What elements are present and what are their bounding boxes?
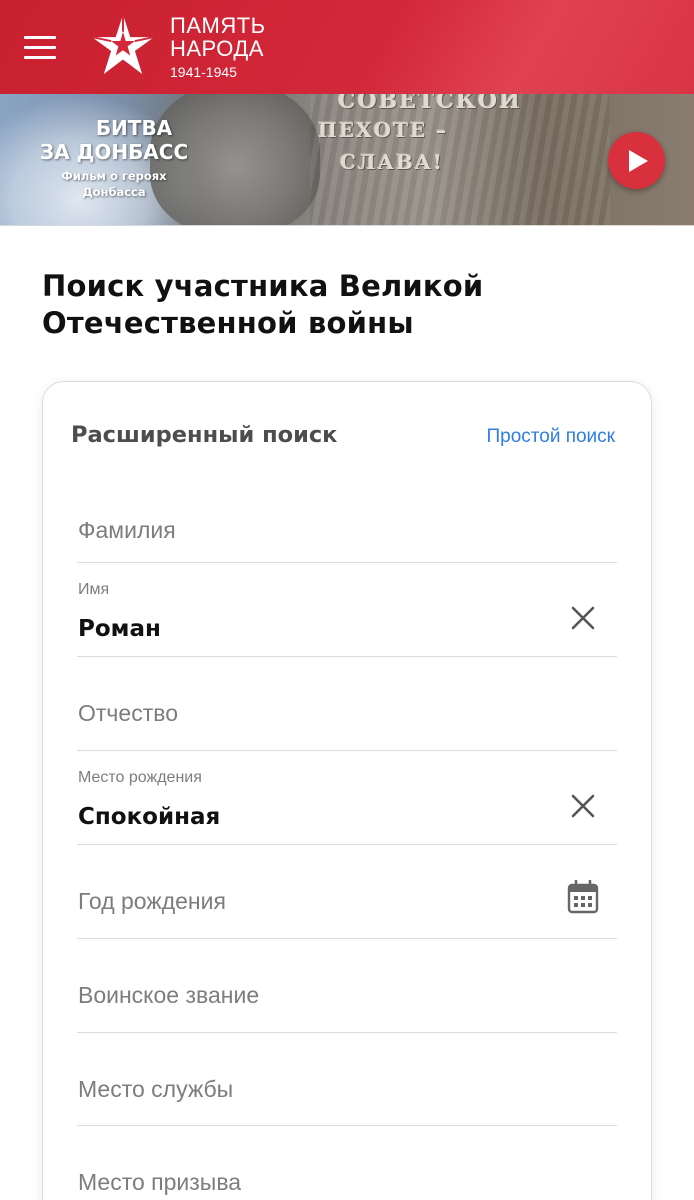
patronymic-placeholder: Отчество bbox=[78, 700, 178, 726]
play-button[interactable] bbox=[608, 132, 665, 189]
banner-engraving-1: СОВЕТСКОЙ bbox=[338, 94, 522, 114]
first-name-label: Имя bbox=[78, 581, 110, 598]
patronymic-field[interactable]: Отчество bbox=[77, 657, 617, 751]
hamburger-menu-icon[interactable] bbox=[24, 36, 58, 60]
service-place-field[interactable]: Место службы bbox=[77, 1033, 617, 1126]
page-title: Поиск участника Великой Отечественной во… bbox=[42, 269, 484, 340]
advanced-search-card: Расширенный поиск Простой поиск Фамилия … bbox=[42, 381, 652, 1200]
calendar-icon[interactable] bbox=[567, 880, 599, 914]
banner-engraving-2: ПЕХОТЕ – bbox=[318, 118, 449, 142]
logo-line-1: ПАМЯТЬ bbox=[170, 13, 266, 38]
banner-title: БИТВА ЗА ДОНБАСС Фильм о героях Донбасса bbox=[28, 116, 200, 200]
promo-banner[interactable]: СОВЕТСКОЙ ПЕХОТЕ – СЛАВА! БИТВА ЗА ДОНБА… bbox=[0, 94, 694, 226]
play-icon bbox=[629, 150, 648, 172]
birth-year-field[interactable]: Год рождения bbox=[77, 845, 617, 939]
surname-placeholder: Фамилия bbox=[78, 517, 176, 543]
banner-engraving-3: СЛАВА! bbox=[340, 150, 444, 174]
service-place-placeholder: Место службы bbox=[78, 1076, 234, 1102]
logo-line-2: НАРОДА bbox=[170, 36, 264, 61]
birthplace-value: Спокойная bbox=[78, 804, 221, 830]
birthplace-field[interactable]: Место рождения Спокойная bbox=[77, 751, 617, 845]
birth-year-placeholder: Год рождения bbox=[78, 888, 226, 914]
close-icon[interactable] bbox=[569, 792, 597, 820]
star-logo-icon[interactable] bbox=[90, 12, 156, 78]
banner-title-line-2: ЗА ДОНБАСС bbox=[39, 140, 189, 164]
logo-years: 1941-1945 bbox=[170, 64, 237, 80]
banner-subtitle: Фильм о героях Донбасса bbox=[61, 169, 167, 199]
banner-title-line-1: БИТВА bbox=[95, 116, 173, 140]
close-icon[interactable] bbox=[569, 604, 597, 632]
military-rank-field[interactable]: Воинское звание bbox=[77, 939, 617, 1033]
birthplace-label: Место рождения bbox=[78, 769, 202, 786]
military-rank-placeholder: Воинское звание bbox=[78, 982, 260, 1008]
conscription-place-placeholder: Место призыва bbox=[78, 1169, 242, 1195]
app-header: ПАМЯТЬ НАРОДА 1941-1945 bbox=[0, 0, 694, 94]
first-name-field[interactable]: Имя Роман bbox=[77, 563, 617, 657]
divider bbox=[0, 225, 694, 226]
first-name-value: Роман bbox=[78, 616, 161, 642]
logo-text[interactable]: ПАМЯТЬ НАРОДА 1941-1945 bbox=[170, 14, 266, 81]
conscription-place-field[interactable]: Место призыва bbox=[77, 1126, 617, 1200]
surname-field[interactable]: Фамилия bbox=[77, 489, 617, 563]
simple-search-link[interactable]: Простой поиск bbox=[486, 426, 615, 448]
search-mode-title: Расширенный поиск bbox=[71, 422, 338, 448]
